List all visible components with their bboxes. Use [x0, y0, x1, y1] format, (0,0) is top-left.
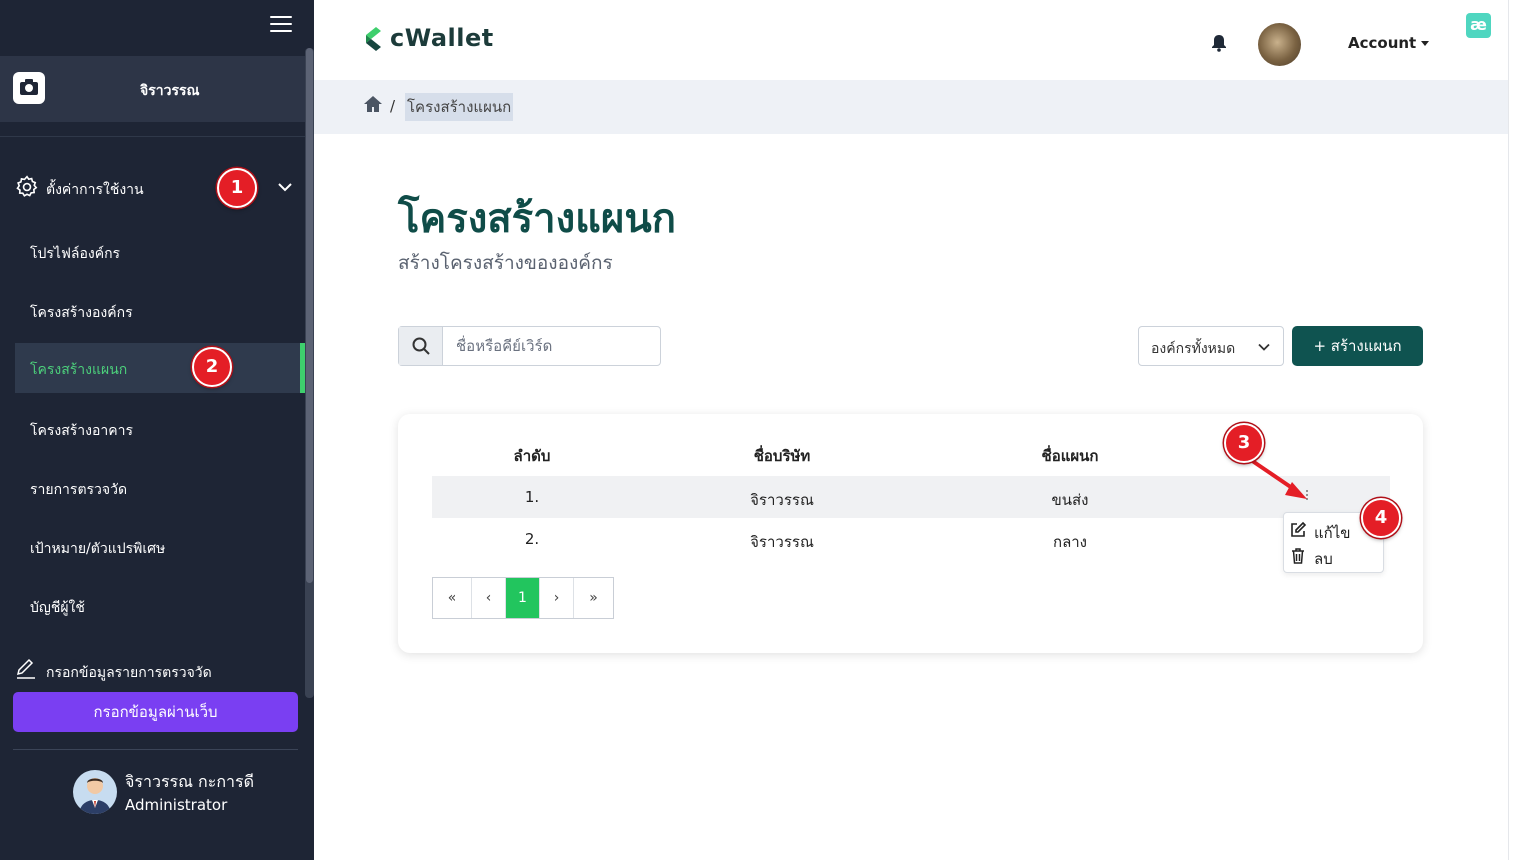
sidebar-item-targets[interactable]: เป้าหมาย/ตัวแปรพิเศษ — [15, 522, 305, 572]
page-number-button[interactable]: 1 — [506, 578, 540, 618]
page-next-button[interactable]: › — [540, 578, 574, 618]
cell-department: ขนส่ง — [1051, 491, 1089, 509]
sidebar-item-org-structure[interactable]: โครงสร้างองค์กร — [15, 286, 305, 336]
sidebar-item-user-accounts[interactable]: บัญชีผู้ใช้ — [15, 581, 305, 631]
cwallet-logo-icon — [366, 27, 381, 51]
pencil-icon — [16, 658, 35, 679]
caret-down-icon — [1421, 41, 1430, 46]
table-row: 2. จิราวรรณ กลาง — [432, 518, 1390, 560]
breadcrumb-current: โครงสร้างแผนก — [405, 93, 514, 121]
sidebar-data-entry[interactable]: กรอกข้อมูลรายการตรวจวัด — [0, 652, 305, 688]
account-dropdown[interactable]: Account — [1348, 34, 1430, 52]
hamburger-menu-icon[interactable] — [270, 16, 292, 34]
sidebar-item-label: บัญชีผู้ใช้ — [30, 600, 85, 616]
breadcrumb-separator: / — [390, 97, 396, 115]
sidebar-item-label: โครงสร้างอาคาร — [30, 423, 134, 439]
column-header-department: ชื่อแผนก — [1041, 447, 1099, 465]
search-input[interactable] — [444, 327, 659, 365]
sidebar-org-profile[interactable]: จิราวรรณ — [0, 56, 305, 122]
sidebar-item-label: โปรไฟล์องค์กร — [30, 246, 121, 262]
home-icon[interactable] — [363, 95, 383, 113]
top-header: cWallet Account — [314, 0, 1508, 80]
search-button[interactable] — [399, 327, 443, 365]
page-prev-button[interactable]: ‹ — [472, 578, 506, 618]
chevron-down-icon — [1258, 343, 1270, 351]
bell-icon[interactable] — [1211, 34, 1227, 52]
extension-icon[interactable]: æ — [1466, 13, 1491, 38]
sidebar-item-label: เป้าหมาย/ตัวแปรพิเศษ — [30, 541, 166, 557]
column-header-company: ชื่อบริษัท — [753, 447, 811, 465]
sidebar-item-department-structure[interactable]: โครงสร้างแผนก — [15, 343, 305, 393]
sidebar-top — [0, 0, 314, 56]
sidebar-divider — [0, 136, 305, 137]
column-header-order: ลำดับ — [513, 447, 551, 465]
cell-order: 2. — [524, 530, 540, 548]
avatar — [73, 770, 117, 814]
sidebar-user[interactable]: จิราวรรณ กะการดี Administrator — [0, 750, 305, 860]
camera-icon[interactable] — [13, 72, 45, 104]
sidebar-scrollbar-thumb[interactable] — [306, 48, 313, 583]
header-avatar[interactable] — [1258, 23, 1301, 66]
gear-icon — [16, 175, 38, 197]
pagination: « ‹ 1 › » — [432, 577, 614, 619]
add-department-button[interactable]: + สร้างแผนก — [1292, 326, 1423, 366]
page-first-button[interactable]: « — [433, 578, 472, 618]
delete-label: ลบ — [1314, 550, 1333, 568]
window-edge — [1508, 0, 1516, 860]
page-subtitle: สร้างโครงสร้างขององค์กร — [398, 252, 613, 274]
chevron-down-icon[interactable] — [277, 179, 293, 195]
user-role: Administrator — [125, 796, 228, 814]
annotation-marker: 2 — [192, 347, 232, 387]
breadcrumb: / โครงสร้างแผนก — [314, 80, 1508, 134]
cell-company: จิราวรรณ — [750, 491, 814, 509]
sidebar-item-label: รายการตรวจวัด — [30, 482, 128, 498]
page-title: โครงสร้างแผนก — [398, 196, 676, 242]
sidebar-entry-label: กรอกข้อมูลรายการตรวจวัด — [46, 665, 212, 681]
user-name: จิราวรรณ กะการดี — [125, 772, 254, 791]
app-logo-text: cWallet — [390, 24, 494, 52]
cell-department: กลาง — [1052, 533, 1088, 551]
sidebar-item-measurements[interactable]: รายการตรวจวัด — [15, 463, 305, 513]
cell-order: 1. — [524, 488, 540, 506]
sidebar-org-name: จิราวรรณ — [140, 83, 200, 99]
org-filter-select[interactable]: องค์กรทั้งหมด — [1138, 326, 1284, 366]
org-filter-value: องค์กรทั้งหมด — [1151, 341, 1236, 357]
sidebar-item-org-profile[interactable]: โปรไฟล์องค์กร — [15, 227, 305, 277]
cell-company: จิราวรรณ — [750, 533, 814, 551]
trash-icon — [1292, 548, 1304, 564]
web-entry-button[interactable]: กรอกข้อมูลผ่านเว็บ — [13, 692, 298, 732]
sidebar: จิราวรรณ ตั้งค่าการใช้งาน โปรไฟล์องค์กร … — [0, 0, 314, 860]
account-label: Account — [1348, 34, 1417, 52]
annotation-marker: 4 — [1361, 498, 1401, 538]
edit-label: แก้ไข — [1314, 524, 1351, 542]
edit-icon — [1291, 521, 1307, 537]
search-icon — [412, 337, 430, 355]
sidebar-settings-label: ตั้งค่าการใช้งาน — [46, 182, 144, 198]
sidebar-item-label: โครงสร้างแผนก — [30, 362, 128, 378]
sidebar-settings-toggle[interactable]: ตั้งค่าการใช้งาน — [0, 166, 305, 210]
delete-menu-item[interactable]: ลบ — [1284, 543, 1384, 569]
sidebar-item-building-structure[interactable]: โครงสร้างอาคาร — [15, 404, 305, 454]
page-last-button[interactable]: » — [574, 578, 613, 618]
annotation-marker: 3 — [1224, 423, 1264, 463]
sidebar-item-label: โครงสร้างองค์กร — [30, 305, 133, 321]
search-bar — [398, 326, 661, 366]
annotation-marker: 1 — [217, 168, 257, 208]
